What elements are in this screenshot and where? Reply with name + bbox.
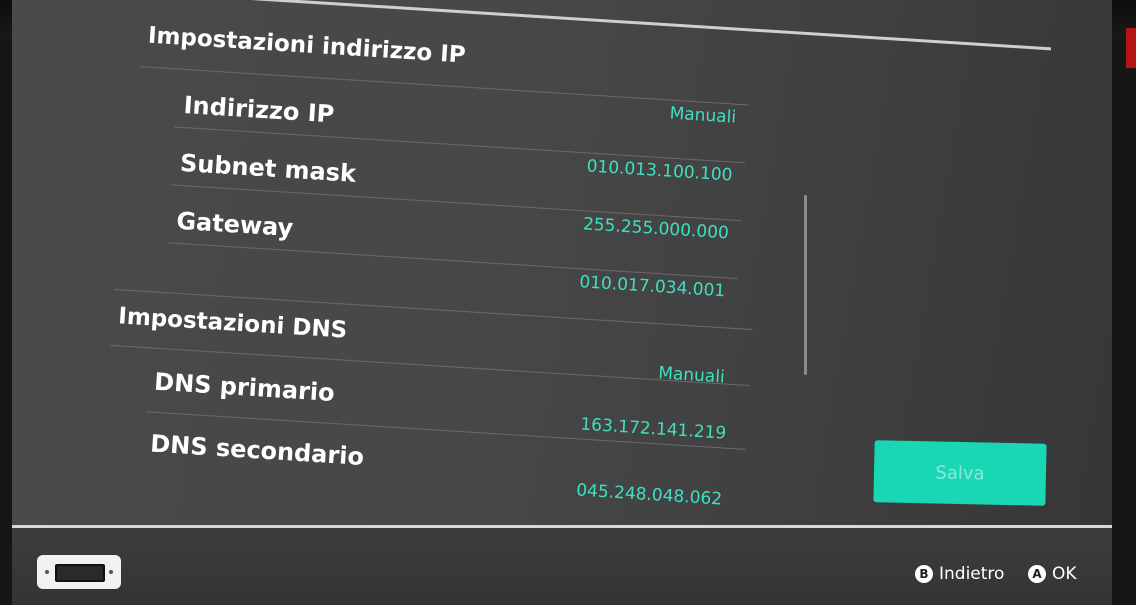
settings-panel: Impostazioni indirizzo IP Manuali Indiri… bbox=[12, 0, 1110, 605]
ip-settings-title[interactable]: Impostazioni indirizzo IP bbox=[147, 23, 466, 69]
divider bbox=[167, 242, 738, 280]
save-button[interactable]: Salva bbox=[873, 440, 1047, 506]
dns-secondary-value[interactable]: 045.248.048.062 bbox=[537, 478, 723, 509]
scrollbar[interactable] bbox=[804, 195, 807, 375]
subnet-mask-label[interactable]: Subnet mask bbox=[179, 149, 357, 188]
dns-primary-value[interactable]: 163.172.141.219 bbox=[541, 412, 727, 444]
console-screen-shape bbox=[55, 564, 105, 582]
dns-mode-value[interactable]: Manuali bbox=[644, 362, 726, 387]
b-button-icon: B bbox=[915, 565, 933, 583]
dns-primary-label[interactable]: DNS primario bbox=[153, 368, 335, 407]
dns-settings-title[interactable]: Impostazioni DNS bbox=[118, 303, 348, 343]
ip-mode-value[interactable]: Manuali bbox=[656, 103, 737, 128]
back-hint[interactable]: B Indietro bbox=[915, 564, 1004, 584]
ok-hint[interactable]: A OK bbox=[1028, 564, 1077, 584]
screen: Impostazioni indirizzo IP Manuali Indiri… bbox=[12, 0, 1112, 605]
ok-label: OK bbox=[1052, 564, 1077, 584]
console-dot bbox=[45, 570, 49, 574]
footer-bar: B Indietro A OK bbox=[12, 528, 1112, 605]
dns-secondary-label[interactable]: DNS secondario bbox=[150, 430, 365, 471]
ip-address-label[interactable]: Indirizzo IP bbox=[183, 91, 335, 128]
joycon-edge bbox=[1126, 28, 1136, 68]
back-label: Indietro bbox=[939, 564, 1005, 584]
console-dot bbox=[109, 570, 113, 574]
console-icon bbox=[37, 555, 121, 589]
gateway-label[interactable]: Gateway bbox=[176, 207, 294, 242]
a-button-icon: A bbox=[1028, 565, 1046, 583]
